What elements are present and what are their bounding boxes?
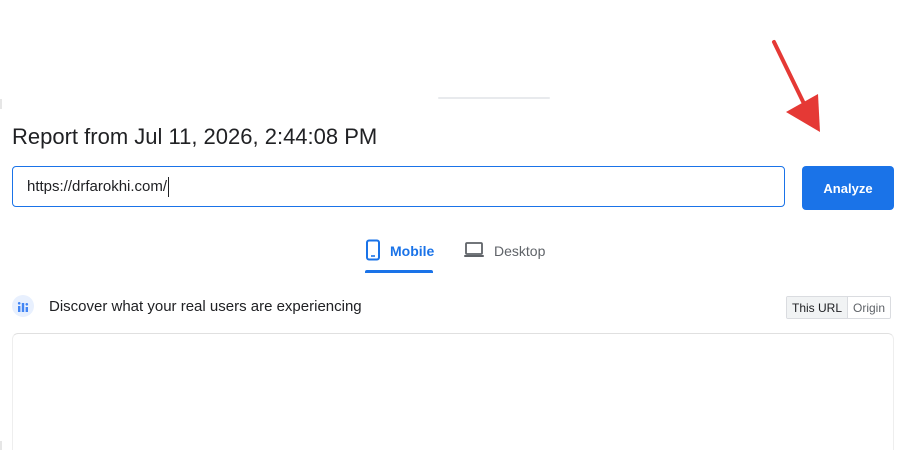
crux-section-header: Discover what your real users are experi… — [12, 295, 894, 320]
device-tabs: Mobile Desktop — [0, 232, 900, 273]
toggle-this-url[interactable]: This URL — [787, 297, 849, 318]
crux-section-title: Discover what your real users are experi… — [49, 298, 362, 315]
toggle-origin[interactable]: Origin — [848, 297, 891, 318]
text-caret — [168, 176, 170, 197]
tab-desktop[interactable]: Desktop — [463, 232, 545, 270]
active-tab-indicator — [365, 270, 433, 273]
red-arrow-annotation-icon — [772, 40, 820, 132]
top-divider — [438, 97, 550, 99]
left-edge-mark — [0, 99, 2, 109]
tab-mobile[interactable]: Mobile — [365, 232, 434, 270]
url-input[interactable]: https://drfarokhi.com/ — [12, 166, 785, 207]
analyze-button[interactable]: Analyze — [802, 166, 894, 210]
crux-users-icon — [12, 295, 34, 317]
tab-desktop-label: Desktop — [494, 243, 546, 259]
url-input-value: https://drfarokhi.com/ — [27, 178, 168, 195]
page-title: Report from Jul 11, 2026, 2:44:08 PM — [12, 124, 378, 149]
phone-icon — [365, 239, 381, 264]
left-edge-mark-bottom — [0, 441, 2, 450]
pagespeed-report-page: Report from Jul 11, 2026, 2:44:08 PM htt… — [0, 0, 900, 450]
laptop-icon — [463, 241, 485, 262]
tab-mobile-label: Mobile — [390, 243, 435, 259]
url-origin-toggle: This URL Origin — [786, 296, 892, 319]
crux-metrics-card — [12, 333, 894, 450]
